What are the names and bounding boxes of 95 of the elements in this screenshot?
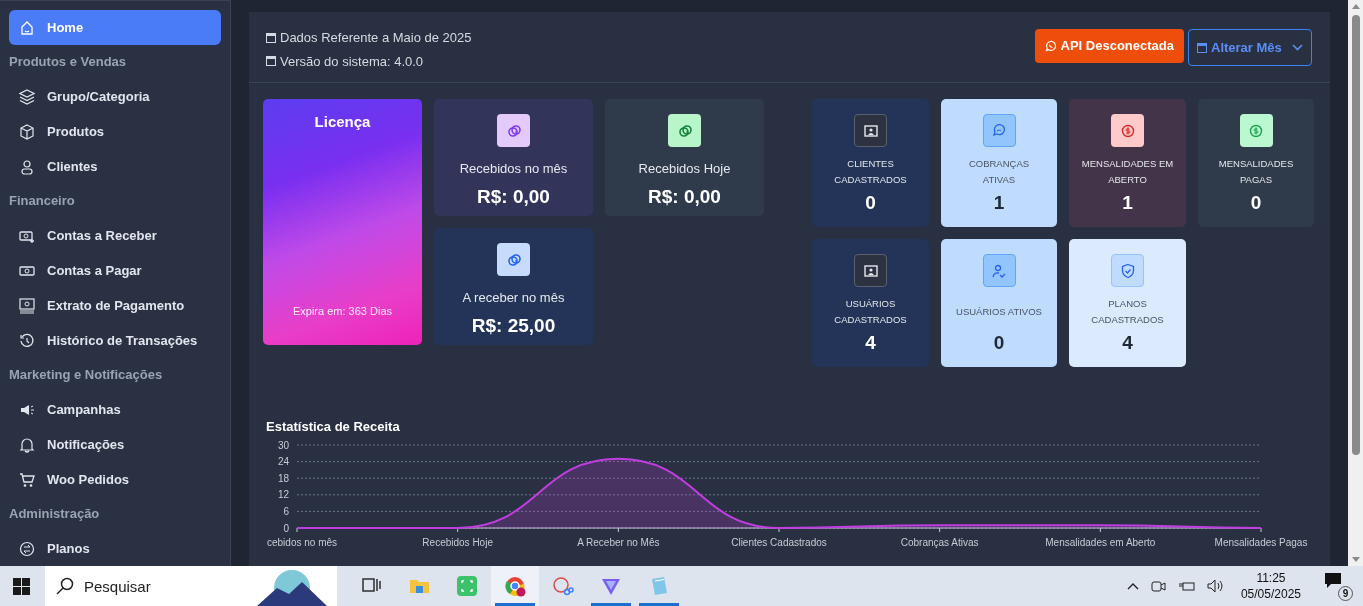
sidebar-item[interactable]: Campanhas [9,392,221,427]
sidebar-section-heading: Administração [9,505,101,524]
coins-icon [668,114,701,147]
tile-value: 0 [865,191,876,215]
tile-value: 1 [1122,191,1133,215]
sidebar-item[interactable]: Contas a Pagar [9,253,221,288]
card-amount: R$: 25,00 [471,313,556,338]
x-axis-label: Cobranças Ativas [900,537,979,548]
coins-icon [497,243,530,276]
info-text: Dados Referente a Maio de 2025 [280,29,472,47]
frame-app-icon [456,575,478,597]
sidebar-item[interactable]: Histórico de Transações [9,323,221,358]
statement-icon [19,297,35,314]
sidebar-section-heading: Produtos e Vendas [9,53,128,72]
taskbar-app-button[interactable] [491,566,539,606]
sidebar-item[interactable]: Extrato de Pagamento [9,288,221,323]
tile-label: CLIENTES CADASTRADOS [833,157,908,187]
search-icon [56,577,74,595]
notifications-button[interactable]: 9 [1323,571,1353,601]
sidebar-section-heading: Financeiro [9,192,76,211]
notification-badge: 9 [1338,586,1353,601]
sidebar-item[interactable]: Notificações [9,427,221,462]
bell-icon [19,436,35,453]
tile-label: MENSALIDADES PAGAS [1217,157,1295,187]
taskbar-search-field[interactable]: Pesquisar [45,566,257,606]
person-icon [19,158,35,175]
x-axis-label: cebidos no mês [267,537,338,548]
clock[interactable]: 11:25 05/05/2025 [1236,570,1305,602]
cart-icon [19,471,35,488]
tile-value: 4 [865,331,876,355]
sidebar-item[interactable]: Woo Pedidos [9,462,221,497]
history-icon [19,332,35,349]
tile-label: PLANOS CADASTRADOS [1090,297,1165,327]
sidebar-item[interactable]: Home [9,10,221,45]
y-axis-label: 6 [283,505,289,517]
card-label: Recebidos no mês [459,160,568,178]
tile-label: USUÁRIOS ATIVOS [955,305,1043,319]
tile-label: USUÁRIOS CADASTRADOS [833,297,908,327]
chart-title: Estatística de Receita [266,418,400,436]
tile-value: 4 [1122,331,1133,355]
chevron-up-icon[interactable] [1126,582,1139,590]
sidebar-item[interactable]: Produtos [9,114,221,149]
tile-label: COBRANÇAS ATIVAS [967,157,1031,187]
y-axis-label: 12 [277,489,289,501]
chat-icon [1325,573,1341,588]
sidebar-section-heading: Marketing e Notificações [9,366,164,385]
tile-value: 0 [1250,191,1262,215]
scroll-up-icon[interactable] [1351,4,1360,9]
browser-icon [504,575,526,597]
tile-label: MENSALIDADES EM ABERTO [1080,157,1175,187]
windows-start-icon[interactable] [13,577,30,595]
y-axis-label: 30 [277,439,289,451]
sidebar-item[interactable]: Contas a Receber [9,218,221,253]
speaker-icon[interactable] [1206,579,1225,593]
chevron-down-icon [1292,44,1303,51]
chat-bubble-icon [982,114,1016,147]
card-amount: R$: 0,00 [477,184,550,209]
plans-icon [19,540,35,557]
tile-value: 0 [993,331,1005,355]
api-status-button[interactable]: API Desconectada [1034,29,1184,63]
whatsapp-icon [1044,40,1057,52]
battery-plug-icon[interactable] [1177,580,1195,592]
card-label: A receber no mês [462,289,565,307]
sidebar-item[interactable]: Clientes [9,149,221,184]
user-check-icon [982,254,1016,287]
layers-icon [19,88,35,105]
x-axis-label: Mensalidades Pagas [1214,537,1308,548]
id-card-icon [854,114,887,147]
y-axis-label: 24 [277,456,289,468]
coins-icon [497,114,530,147]
license-title: Licença [314,112,371,132]
x-axis-label: A Receber no Mês [577,537,660,548]
card-amount: R$: 0,00 [648,184,721,209]
calendar-icon [266,32,276,43]
box-icon [19,123,35,140]
scrollbar[interactable] [1348,0,1363,566]
sidebar-item[interactable]: Grupo/Categoria [9,79,221,114]
shield-check-icon [1111,254,1144,287]
x-axis-label: Clientes Cadastrados [731,537,827,548]
x-axis-label: Mensalidades em Aberto [1045,537,1156,548]
id-card-icon [854,254,887,287]
calendar-icon [1197,42,1207,53]
tile-value: 1 [993,191,1005,215]
license-expiry: Expira em: 363 Dias [292,303,392,319]
card-label: Recebidos Hoje [638,160,731,178]
scroll-down-icon[interactable] [1351,557,1360,562]
y-axis-label: 18 [277,472,289,484]
house-icon [19,19,35,36]
sidebar-item[interactable]: Planos [9,531,221,566]
camera-icon[interactable] [1150,578,1166,594]
info-text: Versão do sistema: 4.0.0 [280,52,424,71]
calendar-icon [266,56,276,67]
y-axis-label: 0 [283,522,289,534]
change-month-dropdown[interactable]: Alterar Mês [1188,29,1312,66]
x-axis-label: Recebidos Hoje [422,537,493,548]
